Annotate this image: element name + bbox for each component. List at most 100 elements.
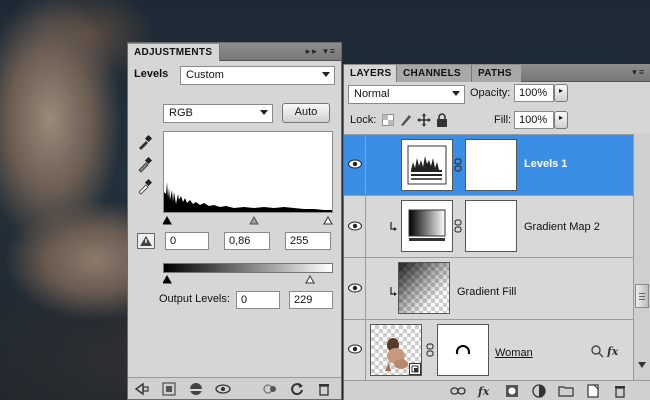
- tab-adjustments[interactable]: ADJUSTMENTS: [128, 44, 220, 61]
- lock-transparency-icon[interactable]: [382, 114, 394, 126]
- lock-all-icon[interactable]: [436, 113, 448, 127]
- opacity-arrow-button[interactable]: ▸: [554, 84, 568, 102]
- layer-name[interactable]: Levels 1: [524, 158, 567, 170]
- layer-row-woman[interactable]: Woman fx: [344, 320, 634, 380]
- expand-view-icon[interactable]: [161, 381, 177, 397]
- tab-layers[interactable]: LAYERS: [344, 65, 396, 82]
- view-previous-icon[interactable]: [262, 381, 278, 397]
- adjustments-toolbar: [128, 377, 341, 399]
- reset-icon[interactable]: [289, 381, 305, 397]
- back-arrow-icon[interactable]: [134, 381, 150, 397]
- histogram-graph: [164, 182, 332, 212]
- delete-layer-trash-icon[interactable]: [612, 383, 628, 399]
- layer-row-gradient-fill[interactable]: Gradient Fill: [344, 258, 634, 320]
- visibility-toggle[interactable]: [344, 258, 366, 319]
- visibility-toggle[interactable]: [344, 196, 366, 257]
- scroll-grip: [639, 293, 645, 294]
- layers-toolbar: fx: [344, 380, 650, 400]
- black-eyedropper-icon[interactable]: [136, 133, 154, 151]
- white-point-handle[interactable]: [323, 215, 333, 225]
- layers-panel: LAYERS CHANNELS PATHS ▾≡ Normal Opacity:…: [343, 64, 650, 400]
- eye-icon: [348, 221, 362, 231]
- input-black-field[interactable]: 0: [165, 232, 209, 250]
- input-slider-handles: [162, 215, 333, 225]
- tab-paths[interactable]: PATHS: [471, 65, 521, 82]
- layer-style-fx-icon[interactable]: fx: [477, 383, 493, 399]
- layer-list: Levels 1 Gradient Map 2 Gradient Fill Wo…: [344, 134, 650, 380]
- chevron-down-icon: [260, 110, 268, 115]
- clip-to-layer-icon[interactable]: [188, 381, 204, 397]
- opacity-field[interactable]: 100%: [514, 84, 554, 102]
- mask-shape-icon: [455, 345, 471, 355]
- output-levels-slider[interactable]: [162, 274, 333, 284]
- fill-field[interactable]: 100%: [514, 111, 554, 129]
- eye-icon: [348, 283, 362, 293]
- preset-dropdown[interactable]: Custom: [180, 66, 335, 85]
- input-levels-slider[interactable]: [162, 215, 333, 225]
- gradient-fill-thumbnail: [398, 262, 450, 314]
- output-gradient-bar: [163, 263, 333, 273]
- chain-link-icon[interactable]: [454, 219, 462, 233]
- scroll-thumb[interactable]: [635, 284, 649, 308]
- new-layer-icon[interactable]: [585, 383, 601, 399]
- clipping-arrow-icon: [390, 222, 397, 231]
- gray-eyedropper-icon[interactable]: [136, 155, 154, 173]
- fill-arrow-button[interactable]: ▸: [554, 111, 568, 129]
- new-group-folder-icon[interactable]: [558, 383, 574, 399]
- new-adjustment-layer-icon[interactable]: [531, 383, 547, 399]
- output-slider-handles: [162, 274, 315, 284]
- opacity-label: Opacity:: [470, 87, 511, 99]
- fill-label: Fill:: [494, 114, 512, 126]
- eye-icon: [348, 159, 362, 169]
- visibility-toggle[interactable]: [344, 320, 366, 380]
- gamma-handle[interactable]: [249, 215, 259, 225]
- output-black-field[interactable]: 0: [236, 291, 280, 309]
- gradient-map-icon: [408, 209, 446, 241]
- fx-icon[interactable]: fx: [606, 345, 620, 357]
- adjustment-type-label: Levels: [134, 68, 169, 80]
- scroll-down-arrow-icon[interactable]: [638, 362, 646, 368]
- layer-mask-thumbnail[interactable]: [465, 139, 517, 191]
- clipping-warning-icon[interactable]: [137, 233, 155, 249]
- add-mask-icon[interactable]: [504, 383, 520, 399]
- lock-label: Lock:: [350, 114, 377, 126]
- chevron-down-icon: [452, 91, 460, 96]
- layers-scrollbar[interactable]: [633, 134, 650, 380]
- panel-collapse-icon[interactable]: ▸▸ ▾≡: [306, 46, 337, 57]
- layer-name[interactable]: Woman: [495, 347, 533, 359]
- input-white-field[interactable]: 255: [285, 232, 331, 250]
- blend-mode-dropdown[interactable]: Normal: [348, 85, 465, 104]
- levels-icon: [407, 145, 447, 185]
- lock-pixels-icon[interactable]: [399, 113, 413, 127]
- visibility-toggle[interactable]: [344, 135, 366, 195]
- clipping-arrow-icon: [390, 287, 397, 296]
- svg-text:fx: fx: [606, 345, 619, 357]
- smart-filter-icon[interactable]: [590, 344, 604, 358]
- chain-link-icon[interactable]: [454, 158, 462, 172]
- output-white-handle[interactable]: [305, 274, 315, 284]
- white-eyedropper-icon[interactable]: [136, 177, 154, 195]
- layer-row-gradient-map-2[interactable]: Gradient Map 2: [344, 196, 634, 258]
- output-white-field[interactable]: 229: [289, 291, 333, 309]
- visibility-eye-icon[interactable]: [215, 381, 231, 397]
- eye-icon: [348, 344, 362, 354]
- layer-mask-thumbnail[interactable]: [465, 200, 517, 252]
- layer-name[interactable]: Gradient Fill: [457, 286, 516, 298]
- black-point-handle[interactable]: [162, 215, 172, 225]
- trash-icon[interactable]: [316, 381, 332, 397]
- layer-row-levels-1[interactable]: Levels 1: [344, 135, 634, 196]
- auto-button[interactable]: Auto: [282, 103, 330, 123]
- tab-channels[interactable]: CHANNELS: [396, 65, 471, 82]
- svg-text:fx: fx: [477, 385, 490, 398]
- smart-object-icon: [409, 363, 421, 375]
- channel-dropdown[interactable]: RGB: [163, 104, 273, 123]
- link-layers-icon[interactable]: [450, 383, 466, 399]
- layer-mask-thumbnail[interactable]: [437, 324, 489, 376]
- layer-name[interactable]: Gradient Map 2: [524, 221, 600, 233]
- output-black-handle[interactable]: [162, 274, 172, 284]
- lock-position-icon[interactable]: [417, 113, 431, 127]
- input-gamma-field[interactable]: 0,86: [224, 232, 270, 250]
- woman-layer-thumbnail: [370, 324, 422, 376]
- panel-menu-icon[interactable]: ▾≡: [632, 67, 646, 78]
- chain-link-icon[interactable]: [426, 343, 434, 357]
